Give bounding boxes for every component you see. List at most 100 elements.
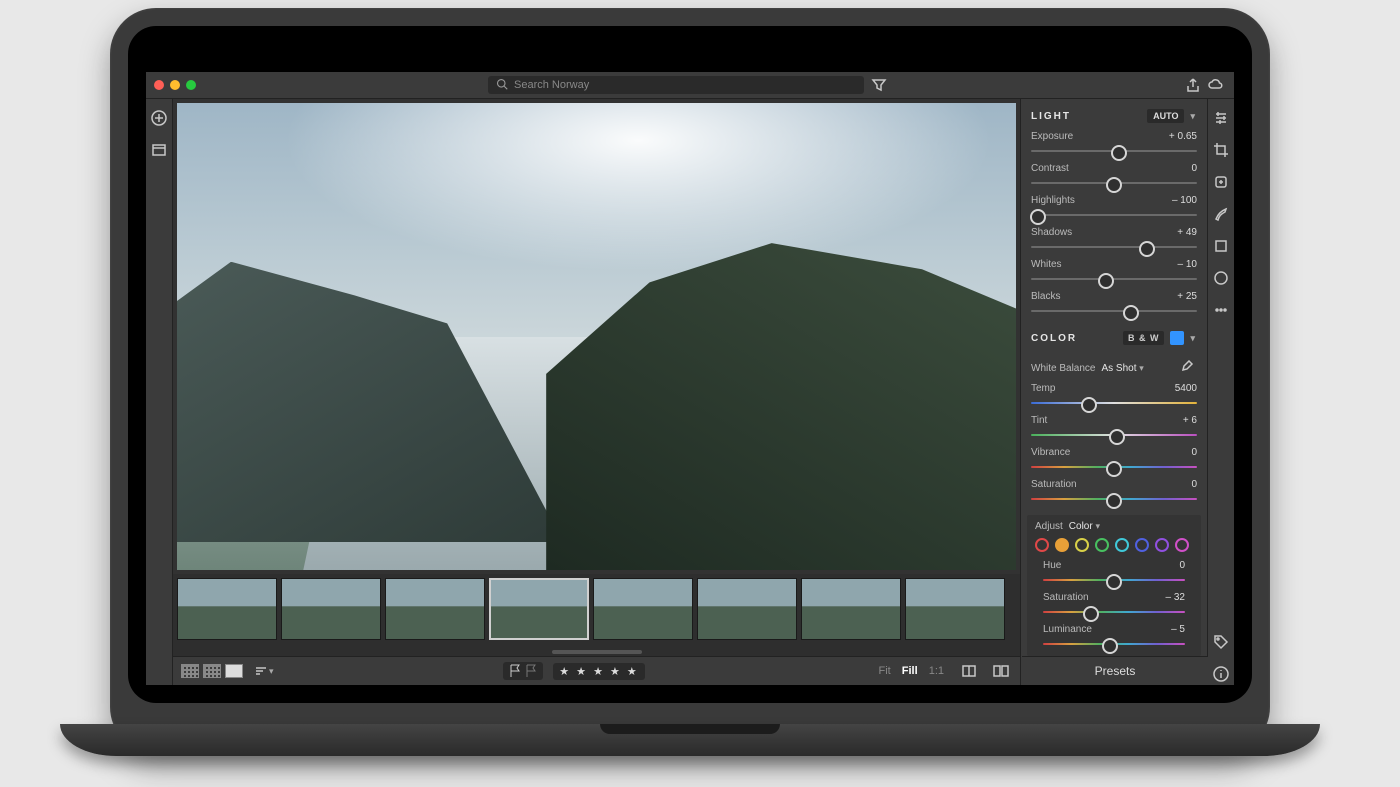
wb-dropdown[interactable]: As Shot ▾ — [1101, 363, 1143, 374]
cloud-sync-icon[interactable] — [1204, 74, 1226, 96]
hsl-swatch-6[interactable] — [1155, 538, 1169, 552]
add-photos-button[interactable] — [148, 107, 170, 129]
hsl-swatch-4[interactable] — [1115, 538, 1129, 552]
light-highlights-slider[interactable] — [1031, 209, 1197, 221]
light-section-header[interactable]: LIGHT AUTO ▾ — [1021, 99, 1207, 129]
square-grid-view-button[interactable] — [203, 664, 221, 678]
light-blacks-value: + 25 — [1177, 291, 1197, 302]
color-profile-chip[interactable] — [1170, 331, 1184, 345]
my-photos-icon[interactable] — [148, 139, 170, 161]
chevron-down-icon: ▾ — [1190, 111, 1197, 122]
rating-control[interactable]: ★ ★ ★ ★ ★ — [553, 663, 645, 680]
zoom-1to1-button[interactable]: 1:1 — [929, 665, 944, 677]
thumbnail-3[interactable] — [489, 578, 589, 640]
search-placeholder: Search Norway — [514, 79, 589, 91]
color-saturation-label: Saturation — [1031, 479, 1077, 490]
bw-toggle[interactable]: B & W — [1123, 331, 1165, 345]
hsl-swatch-3[interactable] — [1095, 538, 1109, 552]
light-blacks-label: Blacks — [1031, 291, 1060, 302]
close-window-button[interactable] — [154, 80, 164, 90]
hsl-swatch-0[interactable] — [1035, 538, 1049, 552]
radial-gradient-icon[interactable] — [1210, 267, 1232, 289]
filmstrip[interactable] — [173, 574, 1020, 650]
hsl-swatch-1[interactable] — [1055, 538, 1069, 552]
linear-gradient-icon[interactable] — [1210, 235, 1232, 257]
color-section-header[interactable]: COLOR B & W ▾ — [1021, 321, 1207, 351]
light-blacks-slider[interactable] — [1031, 305, 1197, 317]
laptop-notch — [600, 724, 780, 734]
hsl-saturation-label: Saturation — [1043, 592, 1089, 603]
hsl-saturation-value: – 32 — [1166, 592, 1185, 603]
thumbnail-0[interactable] — [177, 578, 277, 640]
thumbnail-1[interactable] — [281, 578, 381, 640]
hsl-hue-value: 0 — [1179, 560, 1185, 571]
brush-icon[interactable] — [1210, 203, 1232, 225]
thumbnail-5[interactable] — [697, 578, 797, 640]
compare-icon[interactable] — [990, 660, 1012, 682]
hsl-hue-slider[interactable] — [1043, 574, 1185, 586]
zoom-fill-button[interactable]: Fill — [902, 665, 918, 677]
light-shadows-slider[interactable] — [1031, 241, 1197, 253]
eyedropper-icon[interactable] — [1175, 357, 1197, 379]
color-temp-label: Temp — [1031, 383, 1055, 394]
before-after-icon[interactable] — [958, 660, 980, 682]
search-icon — [496, 78, 508, 93]
color-temp-slider[interactable] — [1031, 397, 1197, 409]
auto-button[interactable]: AUTO — [1147, 109, 1184, 123]
color-vibrance-slider[interactable] — [1031, 461, 1197, 473]
color-temp-control: Temp5400 — [1021, 381, 1207, 413]
hsl-saturation-slider[interactable] — [1043, 606, 1185, 618]
zoom-fit-fill: Fit Fill 1:1 — [874, 665, 948, 677]
light-contrast-label: Contrast — [1031, 163, 1069, 174]
hsl-swatch-7[interactable] — [1175, 538, 1189, 552]
color-tint-value: + 6 — [1183, 415, 1197, 426]
presets-button[interactable]: Presets — [1022, 656, 1208, 685]
hsl-mode-dropdown[interactable]: Color ▾ — [1069, 521, 1100, 532]
filter-icon[interactable] — [868, 74, 890, 96]
light-contrast-slider[interactable] — [1031, 177, 1197, 189]
right-toolbar — [1207, 99, 1234, 685]
flag-controls[interactable] — [503, 662, 543, 680]
laptop-frame: Search Norway — [110, 8, 1270, 753]
thumbnail-7[interactable] — [905, 578, 1005, 640]
grid-view-button[interactable] — [181, 664, 199, 678]
chevron-down-icon: ▾ — [269, 666, 274, 677]
minimize-window-button[interactable] — [170, 80, 180, 90]
photo-canvas[interactable] — [177, 103, 1016, 570]
zoom-window-button[interactable] — [186, 80, 196, 90]
app-window: Search Norway — [146, 72, 1234, 685]
more-icon[interactable] — [1210, 299, 1232, 321]
info-icon[interactable] — [1210, 663, 1232, 685]
tag-icon[interactable] — [1210, 631, 1232, 653]
healing-brush-icon[interactable] — [1210, 171, 1232, 193]
light-blacks-control: Blacks + 25 — [1021, 289, 1207, 321]
view-mode-group — [181, 664, 243, 678]
light-whites-slider[interactable] — [1031, 273, 1197, 285]
light-exposure-slider[interactable] — [1031, 145, 1197, 157]
hsl-swatch-5[interactable] — [1135, 538, 1149, 552]
thumbnail-2[interactable] — [385, 578, 485, 640]
color-saturation-slider[interactable] — [1031, 493, 1197, 505]
search-input[interactable]: Search Norway — [488, 76, 864, 94]
edit-sliders-icon[interactable] — [1210, 107, 1232, 129]
crop-icon[interactable] — [1210, 139, 1232, 161]
hsl-luminance-control: Luminance– 5 — [1033, 622, 1195, 654]
thumbnail-6[interactable] — [801, 578, 901, 640]
color-saturation-control: Saturation0 — [1021, 477, 1207, 509]
zoom-fit-button[interactable]: Fit — [878, 665, 890, 677]
light-whites-control: Whites– 10 — [1021, 257, 1207, 289]
laptop-base — [60, 724, 1320, 756]
edit-panel[interactable]: LIGHT AUTO ▾ Exposure+ 0.65Contrast0High… — [1020, 99, 1207, 685]
detail-view-button[interactable] — [225, 664, 243, 678]
bottom-toolbar: ▾ ★ ★ ★ ★ ★ Fit Fill — [173, 656, 1020, 685]
hsl-luminance-label: Luminance — [1043, 624, 1092, 635]
thumbnail-4[interactable] — [593, 578, 693, 640]
light-shadows-label: Shadows — [1031, 227, 1072, 238]
share-icon[interactable] — [1182, 74, 1204, 96]
color-tint-label: Tint — [1031, 415, 1047, 426]
sort-button[interactable]: ▾ — [253, 660, 274, 682]
hsl-luminance-slider[interactable] — [1043, 638, 1185, 650]
hsl-swatch-2[interactable] — [1075, 538, 1089, 552]
light-highlights-label: Highlights — [1031, 195, 1075, 206]
color-tint-slider[interactable] — [1031, 429, 1197, 441]
